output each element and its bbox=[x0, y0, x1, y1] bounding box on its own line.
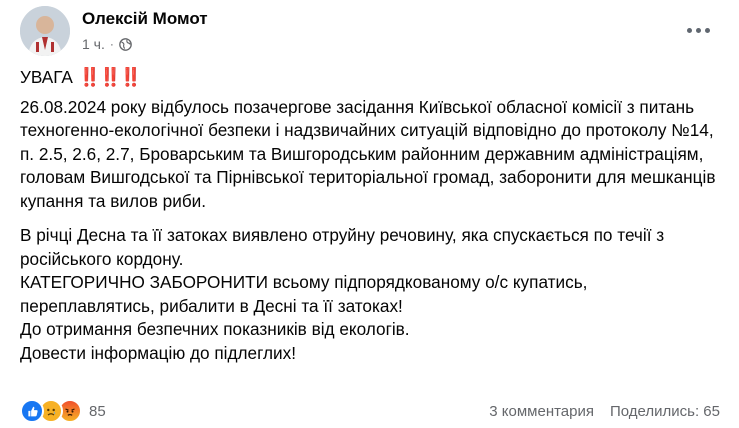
post-headline: УВАГА ‼️‼️‼️ bbox=[20, 66, 726, 90]
facebook-post: Олексій Момот 1 ч. · УВАГА ‼️‼️‼️ 26.08.… bbox=[0, 0, 739, 428]
post-line: В річці Десна та її затоках виявлено отр… bbox=[20, 225, 665, 269]
post-line: КАТЕГОРИЧНО ЗАБОРОНИТИ всьому підпорядко… bbox=[20, 272, 588, 316]
reactions-summary[interactable]: 85 bbox=[20, 399, 106, 423]
post-timestamp[interactable]: 1 ч. bbox=[82, 36, 105, 52]
like-icon bbox=[20, 399, 44, 423]
globe-icon bbox=[119, 37, 132, 51]
post-body: УВАГА ‼️‼️‼️ 26.08.2024 року відбулось п… bbox=[20, 66, 726, 365]
author-name[interactable]: Олексій Момот bbox=[82, 9, 208, 29]
shares-count-link[interactable]: Поделились: 65 bbox=[610, 403, 720, 420]
comments-count-link[interactable]: 3 комментария bbox=[489, 403, 594, 420]
post-paragraph: 26.08.2024 року відбулось позачергове за… bbox=[20, 96, 716, 211]
author-avatar[interactable] bbox=[20, 6, 70, 56]
double-exclamation-icon: ‼️‼️‼️ bbox=[78, 67, 142, 87]
reaction-count: 85 bbox=[89, 402, 106, 420]
more-options-icon[interactable] bbox=[683, 18, 713, 42]
post-footer: 85 3 комментария Поделились: 65 bbox=[20, 398, 720, 424]
post-line: До отримання безпечних показників від ек… bbox=[20, 319, 410, 339]
post-stats: 3 комментария Поделились: 65 bbox=[489, 403, 720, 420]
post-line: Довести інформацію до підлеглих! bbox=[20, 342, 296, 363]
post-meta: 1 ч. · bbox=[82, 36, 132, 52]
separator-dot: · bbox=[109, 37, 114, 51]
headline-text: УВАГА bbox=[20, 67, 73, 87]
